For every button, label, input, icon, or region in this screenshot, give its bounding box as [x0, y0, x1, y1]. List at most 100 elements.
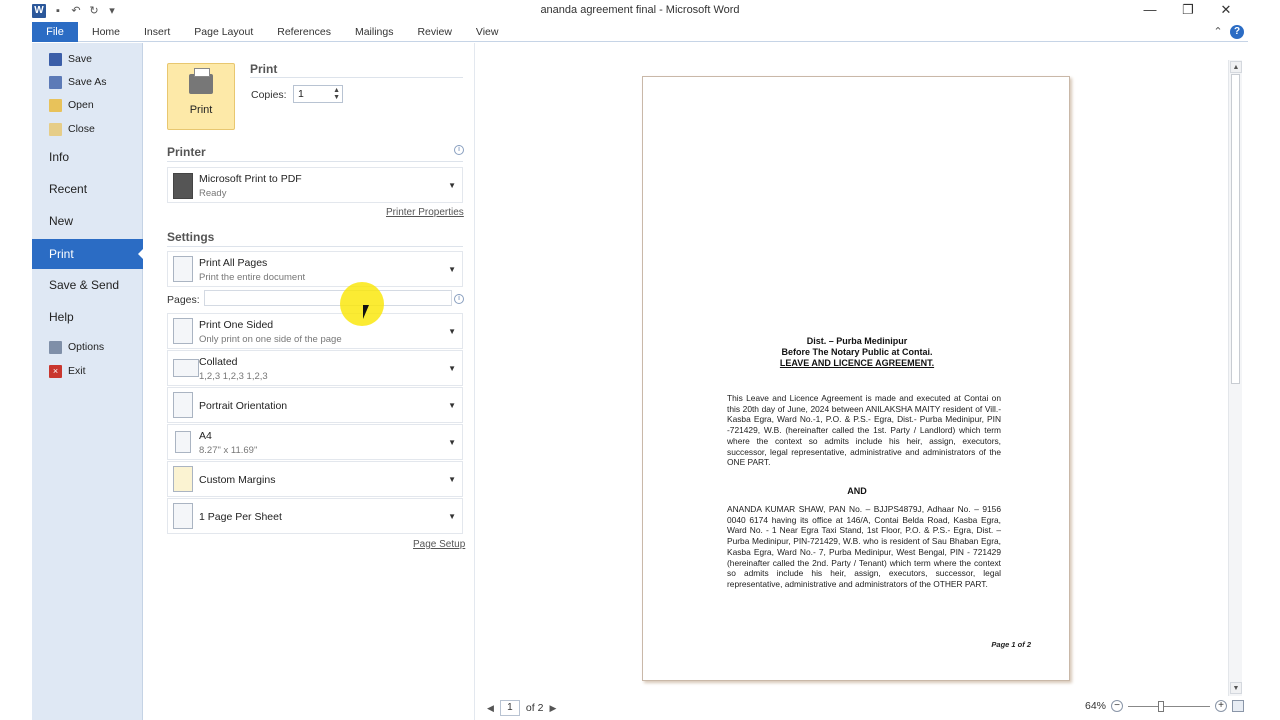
doc-paragraph-first-party: This Leave and Licence Agreement is made… — [727, 393, 1001, 468]
printer-device-icon — [173, 173, 193, 199]
pages-per-sheet-dropdown[interactable]: 1 Page Per Sheet ▼ — [167, 498, 463, 534]
nav-new[interactable]: New — [49, 211, 73, 231]
nav-print[interactable]: Print — [32, 239, 144, 269]
collation-dropdown[interactable]: Collated 1,2,3 1,2,3 1,2,3 ▼ — [167, 350, 463, 386]
nav-help[interactable]: Help — [49, 307, 74, 327]
divider — [167, 246, 463, 247]
printer-properties-link[interactable]: Printer Properties — [386, 207, 464, 218]
chevron-down-icon: ▼ — [448, 364, 456, 373]
info-icon[interactable]: i — [454, 294, 464, 304]
nav-close[interactable]: Close — [49, 121, 95, 137]
margins-dropdown[interactable]: Custom Margins ▼ — [167, 461, 463, 497]
tab-review[interactable]: Review — [405, 22, 463, 42]
nav-save-as[interactable]: Save As — [49, 74, 107, 90]
pages-input[interactable] — [204, 290, 452, 306]
orientation-main: Portrait Orientation — [199, 400, 288, 412]
printer-status: Ready — [199, 188, 227, 199]
close-button[interactable]: ✕ — [1216, 2, 1236, 18]
options-icon — [49, 340, 62, 354]
copies-value: 1 — [298, 88, 304, 100]
orientation-dropdown[interactable]: Portrait Orientation ▼ — [167, 387, 463, 423]
divider — [250, 77, 463, 78]
tab-page-layout[interactable]: Page Layout — [182, 22, 265, 42]
page-count: of 2 — [525, 702, 544, 714]
chevron-down-icon: ▼ — [448, 438, 456, 447]
print-sides-dropdown[interactable]: Print One Sided Only print on one side o… — [167, 313, 463, 349]
tab-view[interactable]: View — [464, 22, 511, 42]
info-icon[interactable]: i — [454, 145, 464, 155]
paper-size-sub: 8.27" x 11.69" — [199, 445, 258, 456]
nav-exit[interactable]: × Exit — [49, 363, 86, 379]
doc-page-footer: Page 1 of 2 — [991, 640, 1031, 649]
pages-icon — [173, 256, 193, 282]
help-icon[interactable]: ? — [1230, 25, 1244, 39]
close-folder-icon — [49, 122, 62, 136]
scroll-down-icon[interactable]: ▼ — [1230, 682, 1242, 694]
nav-options[interactable]: Options — [49, 339, 104, 355]
print-settings-panel: Print Print Copies: 1 ▲ ▼ Printer i Micro… — [143, 43, 475, 720]
scroll-thumb[interactable] — [1231, 74, 1240, 384]
tab-mailings[interactable]: Mailings — [343, 22, 406, 42]
chevron-down-icon: ▼ — [448, 265, 456, 274]
page-per-sheet-icon — [173, 503, 193, 529]
zoom-slider[interactable] — [1128, 700, 1211, 712]
tab-references[interactable]: References — [265, 22, 343, 42]
chevron-down-icon: ▼ — [448, 327, 456, 336]
nav-save-label: Save — [68, 53, 92, 65]
copies-spinner[interactable]: ▲ ▼ — [333, 87, 340, 101]
tab-insert[interactable]: Insert — [132, 22, 182, 42]
pages-label: Pages: — [167, 294, 200, 306]
zoom-to-page-icon[interactable] — [1232, 700, 1245, 712]
print-range-dropdown[interactable]: Print All Pages Print the entire documen… — [167, 251, 463, 287]
restore-button[interactable]: ❐ — [1178, 2, 1198, 18]
window-title: ananda agreement final - Microsoft Word — [540, 4, 740, 16]
tab-home[interactable]: Home — [78, 22, 132, 42]
doc-paragraph-second-party: ANANDA KUMAR SHAW, PAN No. – BJJPS4879J,… — [727, 504, 1001, 589]
portrait-icon — [173, 392, 193, 418]
previous-page-icon[interactable]: ◀ — [487, 703, 494, 714]
nav-close-label: Close — [68, 123, 95, 135]
zoom-out-icon[interactable]: − — [1111, 700, 1124, 712]
minimize-ribbon-icon[interactable]: ⌃ — [1212, 26, 1224, 38]
preview-page: Dist. – Purba Medinipur Before The Notar… — [642, 76, 1070, 681]
tab-file[interactable]: File — [32, 21, 78, 42]
doc-heading-district: Dist. – Purba Medinipur — [806, 336, 908, 346]
collation-sub: 1,2,3 1,2,3 1,2,3 — [199, 371, 268, 382]
divider — [167, 161, 463, 162]
nav-info[interactable]: Info — [49, 147, 69, 167]
doc-heading-title: LEAVE AND LICENCE AGREEMENT. — [779, 358, 935, 368]
print-sides-sub: Only print on one side of the page — [199, 334, 342, 345]
backstage-nav: Save Save As Open Close Info Recent New … — [32, 43, 144, 720]
nav-recent[interactable]: Recent — [49, 179, 87, 199]
nav-open[interactable]: Open — [49, 97, 94, 113]
printer-icon — [189, 68, 213, 94]
print-sides-main: Print One Sided — [199, 319, 274, 331]
zoom-level[interactable]: 64% — [1085, 700, 1106, 712]
copies-input[interactable]: 1 ▲ ▼ — [293, 85, 343, 103]
scroll-up-icon[interactable]: ▲ — [1230, 61, 1242, 73]
nav-options-label: Options — [68, 341, 105, 353]
page-setup-link[interactable]: Page Setup — [413, 539, 465, 550]
zoom-slider-thumb[interactable] — [1158, 700, 1165, 712]
collated-icon — [173, 359, 199, 377]
chevron-down-icon: ▼ — [448, 181, 456, 190]
cursor-highlight — [340, 282, 384, 326]
nav-save-send[interactable]: Save & Send — [49, 275, 119, 295]
doc-heading-notary: Before The Notary Public at Contai. — [781, 347, 933, 357]
nav-save[interactable]: Save — [49, 51, 92, 67]
printer-dropdown[interactable]: Microsoft Print to PDF Ready ▼ — [167, 167, 463, 203]
print-button-label: Print — [189, 104, 213, 116]
paper-size-dropdown[interactable]: A4 8.27" x 11.69" ▼ — [167, 424, 463, 460]
save-as-icon — [49, 75, 62, 89]
nav-save-as-label: Save As — [68, 76, 107, 88]
window-left-edge — [0, 0, 32, 720]
nav-open-label: Open — [68, 99, 94, 111]
preview-scrollbar[interactable]: ▲ ▼ — [1228, 60, 1242, 696]
zoom-in-icon[interactable]: + — [1215, 700, 1228, 712]
chevron-down-icon: ▼ — [448, 512, 456, 521]
next-page-icon[interactable]: ▶ — [549, 703, 556, 714]
current-page-input[interactable]: 1 — [499, 700, 520, 716]
print-button[interactable]: Print — [167, 63, 235, 130]
print-range-sub: Print the entire document — [199, 272, 306, 283]
minimize-button[interactable]: — — [1140, 2, 1160, 17]
